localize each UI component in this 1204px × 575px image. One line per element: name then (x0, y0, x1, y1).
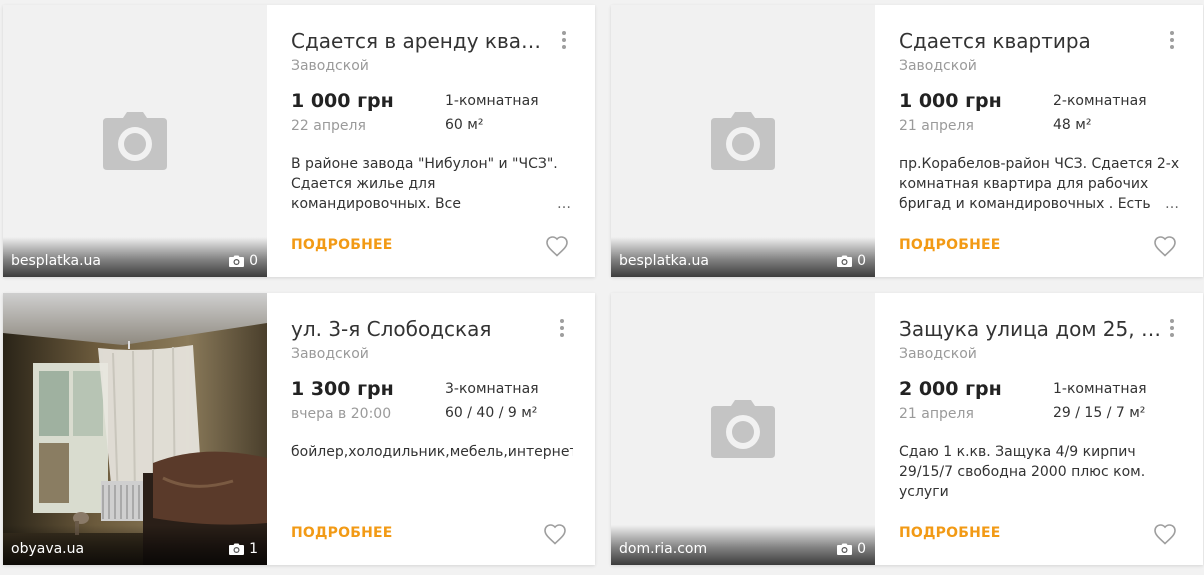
listing-rooms: 3-комнатная (445, 381, 539, 397)
photo-count-value: 0 (249, 253, 258, 269)
listing-info: Сдается квартира Заводской 1 000 грн 21 … (875, 5, 1203, 277)
listing-rooms: 2-комнатная (1053, 93, 1147, 109)
listing-price: 1 300 грн (291, 378, 394, 400)
camera-icon (837, 543, 853, 555)
description-ellipsis: … (551, 194, 571, 214)
listing-rooms: 1-комнатная (1053, 381, 1147, 397)
listing-price: 2 000 грн (899, 378, 1002, 400)
photo-count-value: 1 (249, 541, 258, 557)
source-label: dom.ria.com (619, 541, 708, 557)
photo-count: 0 (837, 541, 866, 557)
camera-icon (229, 543, 245, 555)
listing-district: Заводской (899, 346, 977, 362)
listing-description: бойлер,холодильник,мебель,интернет (291, 442, 573, 502)
description-text: бойлер,холодильник,мебель,интернет (291, 444, 573, 460)
listing-thumbnail[interactable]: obyava.ua 1 (3, 293, 267, 565)
listing-card[interactable]: besplatka.ua 0 Сдается квартира Заводско… (611, 5, 1203, 277)
photo-count-value: 0 (857, 541, 866, 557)
more-link[interactable]: ПОДРОБНЕЕ (899, 525, 1001, 541)
kebab-menu-icon[interactable] (1167, 31, 1177, 49)
camera-icon (103, 112, 167, 170)
listing-description: Сдаю 1 к.кв. Защука 4/9 кирпич 29/15/7 с… (899, 442, 1183, 502)
photo-count-value: 0 (857, 253, 866, 269)
listing-thumbnail[interactable]: dom.ria.com 0 (611, 293, 875, 565)
listing-district: Заводской (291, 58, 369, 74)
listing-title[interactable]: Защука улица дом 25, За… (899, 317, 1161, 341)
heart-icon[interactable] (543, 523, 567, 545)
listing-date: 21 апреля (899, 406, 974, 422)
heart-icon[interactable] (1153, 235, 1177, 257)
heart-icon[interactable] (1153, 523, 1177, 545)
listing-description: В районе завода "Нибулон" и "ЧСЗ". Сдает… (291, 154, 575, 214)
more-link[interactable]: ПОДРОБНЕЕ (899, 237, 1001, 253)
description-text: В районе завода "Нибулон" и "ЧСЗ". Сдает… (291, 156, 558, 212)
listing-info: Защука улица дом 25, За… Заводской 2 000… (875, 293, 1203, 565)
listing-area: 29 / 15 / 7 м² (1053, 405, 1146, 421)
listing-price: 1 000 грн (899, 90, 1002, 112)
camera-icon (711, 112, 775, 170)
photo-count: 0 (837, 253, 866, 269)
source-label: besplatka.ua (619, 253, 709, 269)
listing-card[interactable]: obyava.ua 1 ул. 3-я Слободская Заводской… (3, 293, 595, 565)
listing-area: 48 м² (1053, 117, 1092, 133)
listing-date: 22 апреля (291, 118, 366, 134)
listing-title[interactable]: ул. 3-я Слободская (291, 317, 553, 341)
photo-count: 1 (229, 541, 258, 557)
kebab-menu-icon[interactable] (557, 319, 567, 337)
source-label: besplatka.ua (11, 253, 101, 269)
listing-thumbnail[interactable]: besplatka.ua 0 (611, 5, 875, 277)
camera-icon (229, 255, 245, 267)
more-link[interactable]: ПОДРОБНЕЕ (291, 237, 393, 253)
listing-date: вчера в 20:00 (291, 406, 392, 422)
listing-district: Заводской (291, 346, 369, 362)
description-text: пр.Корабелов-район ЧСЗ. Сдается 2-х комн… (899, 156, 1180, 212)
listing-title[interactable]: Сдается квартира (899, 29, 1161, 53)
listing-description: пр.Корабелов-район ЧСЗ. Сдается 2-х комн… (899, 154, 1183, 214)
listing-rooms: 1-комнатная (445, 93, 539, 109)
listing-card[interactable]: dom.ria.com 0 Защука улица дом 25, За… З… (611, 293, 1203, 565)
photo-count: 0 (229, 253, 258, 269)
listing-price: 1 000 грн (291, 90, 394, 112)
description-text: Сдаю 1 к.кв. Защука 4/9 кирпич 29/15/7 с… (899, 444, 1146, 500)
heart-icon[interactable] (545, 235, 569, 257)
camera-icon (711, 400, 775, 458)
listing-title[interactable]: Сдается в аренду кварти… (291, 29, 553, 53)
listings-grid: besplatka.ua 0 Сдается в аренду кварти… … (0, 0, 1204, 575)
camera-icon (837, 255, 853, 267)
listing-thumbnail[interactable]: besplatka.ua 0 (3, 5, 267, 277)
listing-info: Сдается в аренду кварти… Заводской 1 000… (267, 5, 595, 277)
listing-area: 60 / 40 / 9 м² (445, 405, 538, 421)
more-link[interactable]: ПОДРОБНЕЕ (291, 525, 393, 541)
kebab-menu-icon[interactable] (1167, 319, 1177, 337)
listing-district: Заводской (899, 58, 977, 74)
source-label: obyava.ua (11, 541, 85, 557)
listing-area: 60 м² (445, 117, 484, 133)
description-ellipsis: … (1159, 194, 1179, 214)
listing-card[interactable]: besplatka.ua 0 Сдается в аренду кварти… … (3, 5, 595, 277)
listing-info: ул. 3-я Слободская Заводской 1 300 грн в… (267, 293, 595, 565)
listing-date: 21 апреля (899, 118, 974, 134)
kebab-menu-icon[interactable] (559, 31, 569, 49)
